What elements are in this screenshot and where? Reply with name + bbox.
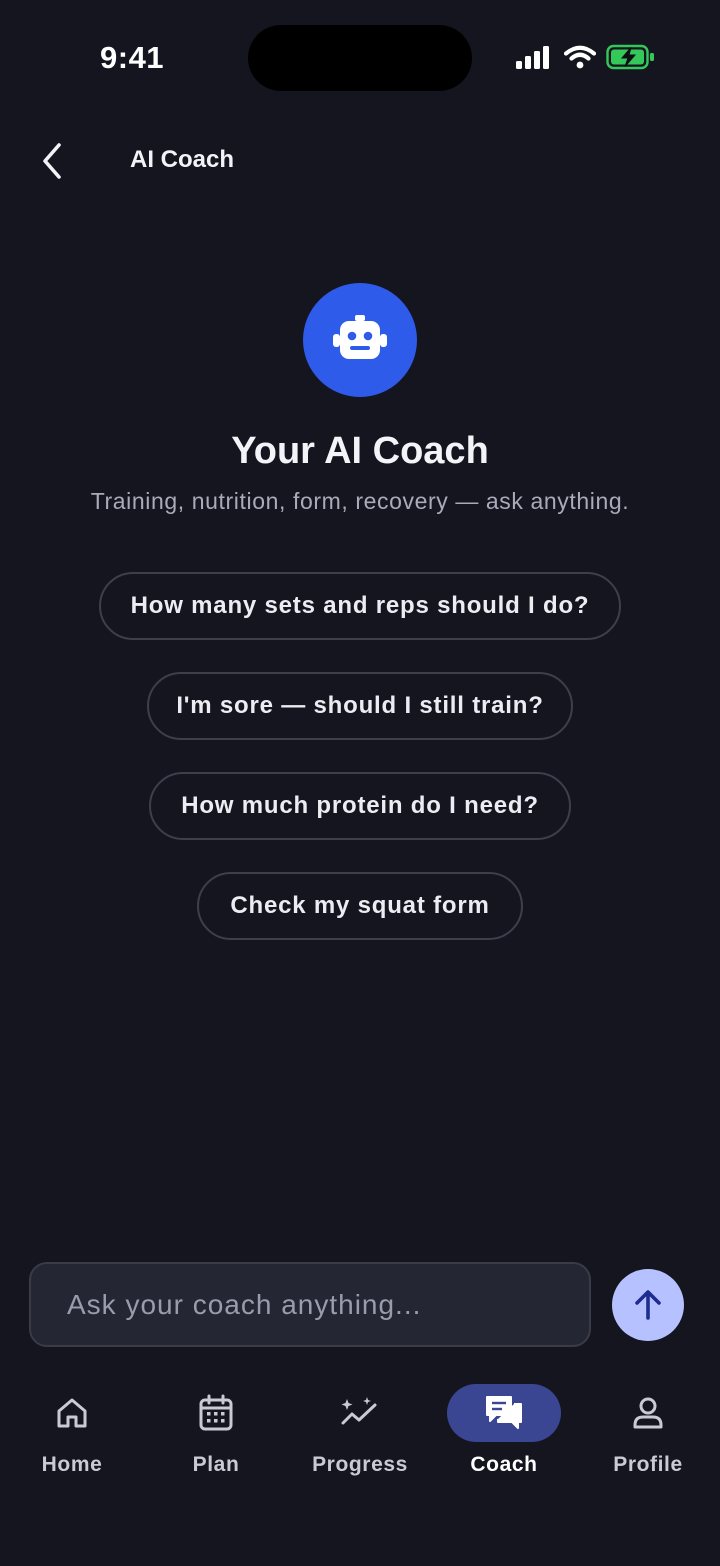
message-input[interactable] bbox=[67, 1288, 589, 1321]
suggestion-chip-protein[interactable]: How much protein do I need? bbox=[149, 772, 571, 840]
battery-charging-icon bbox=[606, 44, 656, 75]
nav-item-progress[interactable]: Progress bbox=[288, 1384, 432, 1484]
suggestion-chip-sore-train[interactable]: I'm sore — should I still train? bbox=[147, 672, 573, 740]
cellular-signal-icon bbox=[514, 45, 552, 74]
hero-title: Your AI Coach bbox=[231, 430, 489, 472]
back-button[interactable] bbox=[32, 138, 72, 184]
arrow-up-icon bbox=[635, 1290, 661, 1320]
suggestion-chip-squat-form[interactable]: Check my squat form bbox=[197, 872, 523, 940]
nav-item-profile[interactable]: Profile bbox=[576, 1384, 720, 1484]
dynamic-island bbox=[248, 25, 472, 91]
message-composer bbox=[29, 1262, 591, 1347]
nav-label: Progress bbox=[312, 1453, 408, 1476]
nav-label: Plan bbox=[192, 1453, 240, 1476]
calendar-icon bbox=[199, 1394, 233, 1431]
nav-item-home[interactable]: Home bbox=[0, 1384, 144, 1484]
progress-sparkle-icon bbox=[341, 1397, 377, 1425]
send-button[interactable] bbox=[612, 1269, 684, 1341]
nav-label: Coach bbox=[470, 1453, 538, 1476]
status-icons bbox=[514, 44, 656, 75]
nav-label: Profile bbox=[613, 1453, 683, 1476]
wifi-icon bbox=[563, 45, 597, 74]
status-time: 9:41 bbox=[100, 40, 165, 75]
home-icon bbox=[57, 1398, 87, 1428]
nav-item-coach[interactable]: Coach bbox=[432, 1384, 576, 1484]
person-icon bbox=[633, 1397, 663, 1429]
nav-active-pill bbox=[447, 1384, 561, 1442]
coach-avatar bbox=[303, 283, 417, 397]
chat-bubbles-icon bbox=[486, 1396, 522, 1429]
page-title: AI Coach bbox=[130, 146, 235, 173]
nav-item-plan[interactable]: Plan bbox=[144, 1384, 288, 1484]
nav-label: Home bbox=[41, 1453, 103, 1476]
suggestion-chip-sets-reps[interactable]: How many sets and reps should I do? bbox=[99, 572, 621, 640]
ai-coach-screen: 9:41 AI Coach Your AI Coach Training, nu… bbox=[0, 0, 720, 1566]
hero-subtitle: Training, nutrition, form, recovery — as… bbox=[90, 488, 630, 514]
robot-icon bbox=[333, 315, 387, 359]
chevron-left-icon bbox=[43, 143, 61, 179]
